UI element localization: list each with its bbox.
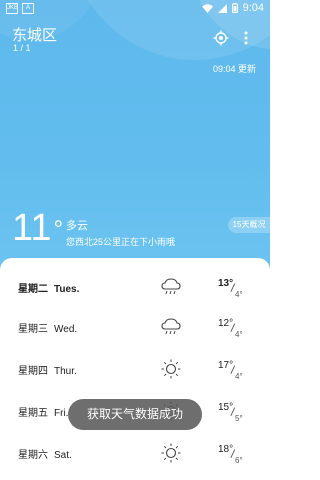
toast-message: 获取天气数据成功 [68,399,202,430]
degree-symbol: ° [53,216,64,243]
day-english: Fri. [54,408,69,419]
forecast-row[interactable]: 星期四 Thur. 17° / 4° [0,350,270,390]
day-english: Sat. [54,450,72,461]
forecast-day: 星期二 Tues. [18,280,79,295]
current-condition: 多云 [66,220,88,232]
forecast-day: 星期六 Sat. [18,446,72,461]
day-chinese: 星期六 [18,450,48,461]
precipitation-message: 您西北25公里正在下小雨哦 [66,237,176,247]
menu-icon[interactable] [243,31,249,45]
cloud-rain-icon [161,278,181,295]
low-temp: 5° [235,414,243,423]
page-indicator: 1 / 1 [13,43,31,53]
cloud-rain-icon [161,318,181,335]
status-time: 9:04 [242,2,264,14]
low-temp: 4° [235,372,243,381]
current-temperature: 11° [12,208,63,248]
low-temp: 4° [235,330,243,339]
sun-icon [161,359,181,379]
sun-icon [161,443,181,463]
weather-screen: JKB A 9:04 东城区 1 / 1 09:04 更新 11° 多云 您西北… [0,0,270,480]
sky-background: JKB A 9:04 东城区 1 / 1 09:04 更新 11° 多云 您西北… [0,0,270,272]
forecast-row[interactable]: 星期二 Tues. 13° / 4° [0,268,270,308]
day-chinese: 星期五 [18,408,48,419]
current-temp-value: 11 [12,207,52,249]
low-temp: 6° [235,456,243,465]
forecast-row[interactable]: 星期三 Wed. 12° / 4° [0,308,270,348]
day-chinese: 星期二 [18,284,48,295]
city-name[interactable]: 东城区 [12,24,57,45]
forecast-day: 星期三 Wed. [18,320,77,335]
notification-icon: A [22,3,34,14]
forecast-day: 星期五 Fri. [18,404,68,419]
low-temp: 4° [235,290,243,299]
day-english: Tues. [54,284,80,295]
forecast-row[interactable]: 星期六 Sat. 18° / 6° [0,434,270,474]
forecast-day: 星期四 Thur. [18,362,77,377]
day-english: Thur. [54,366,77,377]
status-bar: JKB A 9:04 [0,0,270,18]
day-chinese: 星期四 [18,366,48,377]
day-english: Wed. [54,324,78,335]
notification-icon: JKB [6,3,18,14]
signal-icon [217,3,227,13]
forecast-15-day-button[interactable]: 15天概况 [228,217,270,233]
day-chinese: 星期三 [18,324,48,335]
forecast-panel: 星期二 Tues. 13° / 4° 星期三 Wed. 12° / 4° 星期四… [0,258,270,480]
battery-icon [231,3,238,13]
gps-icon[interactable] [213,30,229,46]
wifi-icon [201,3,213,13]
update-time: 09:04 更新 [212,64,256,74]
